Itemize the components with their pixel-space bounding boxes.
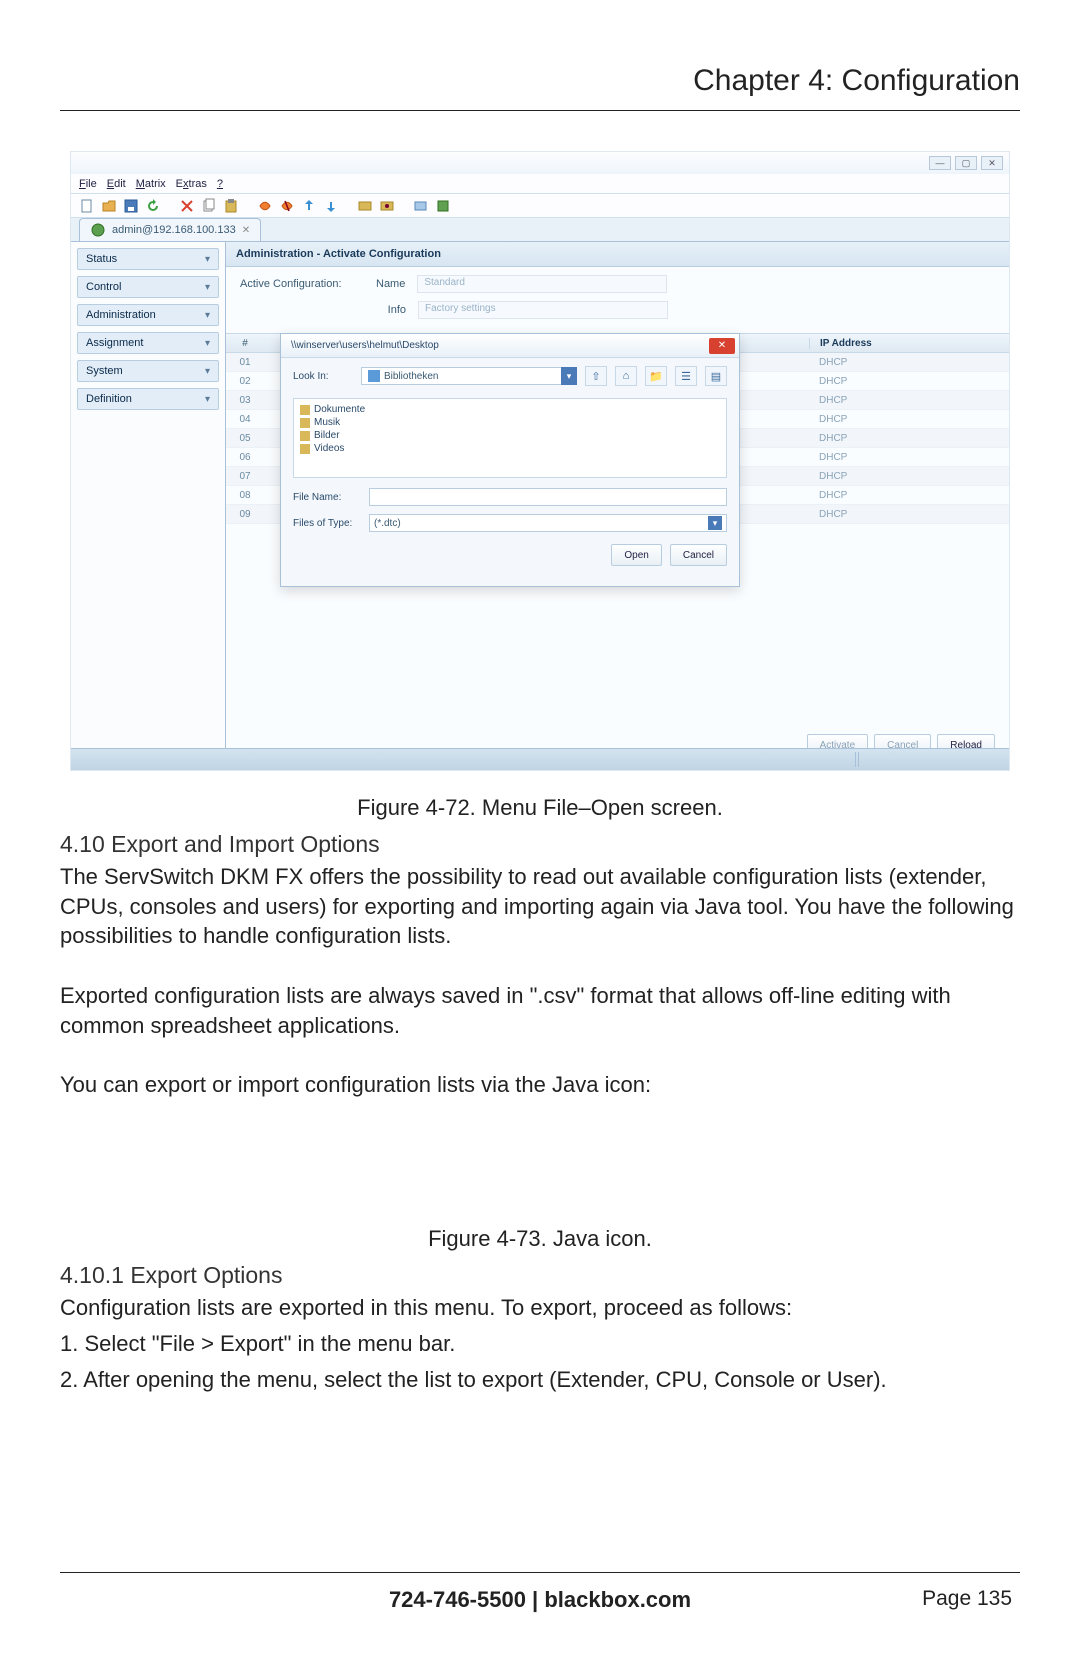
dialog-title: \\winserver\users\helmut\Desktop bbox=[291, 340, 439, 351]
name-label: Name bbox=[376, 278, 405, 290]
menu-help[interactable]: ? bbox=[217, 178, 223, 190]
connect-icon[interactable] bbox=[257, 198, 273, 214]
tool-icon-2[interactable] bbox=[379, 198, 395, 214]
upload-icon[interactable] bbox=[301, 198, 317, 214]
chevron-down-icon: ▾ bbox=[205, 310, 210, 321]
title-bar: — ▢ ✕ bbox=[71, 152, 1009, 174]
name-field: Standard bbox=[417, 275, 667, 293]
info-field: Factory settings bbox=[418, 301, 668, 319]
world-icon bbox=[90, 222, 106, 238]
subsection-heading: 4.10.1 Export Options bbox=[60, 1262, 1020, 1289]
panel-title: Administration - Activate Configuration bbox=[226, 242, 1009, 267]
body-text: You can export or import configuration l… bbox=[60, 1070, 1020, 1100]
step-text: 2. After opening the menu, select the li… bbox=[60, 1365, 1020, 1395]
open-icon[interactable] bbox=[101, 198, 117, 214]
dialog-close-button[interactable]: ✕ bbox=[709, 338, 735, 354]
main-panel: Administration - Activate Configuration … bbox=[226, 242, 1009, 770]
chevron-down-icon: ▾ bbox=[205, 394, 210, 405]
page-number: Page 135 bbox=[922, 1587, 1012, 1611]
chevron-down-icon: ▾ bbox=[205, 254, 210, 265]
up-folder-button[interactable]: ⇧ bbox=[585, 366, 607, 386]
status-bar bbox=[71, 748, 1009, 770]
tab-label: admin@192.168.100.133 bbox=[112, 224, 236, 236]
close-button[interactable]: ✕ bbox=[981, 156, 1003, 170]
disconnect-icon[interactable] bbox=[279, 198, 295, 214]
figure-caption: Figure 4-73. Java icon. bbox=[60, 1226, 1020, 1252]
active-config-label: Active Configuration: bbox=[240, 278, 360, 290]
delete-icon[interactable] bbox=[179, 198, 195, 214]
list-item[interactable]: Dokumente bbox=[300, 403, 720, 416]
new-icon[interactable] bbox=[79, 198, 95, 214]
footer-contact: 724-746-5500 | blackbox.com bbox=[60, 1587, 1020, 1613]
refresh-icon[interactable] bbox=[145, 198, 161, 214]
step-text: 1. Select "File > Export" in the menu ba… bbox=[60, 1329, 1020, 1359]
tab-bar: admin@192.168.100.133 ✕ bbox=[71, 218, 1009, 242]
home-button[interactable]: ⌂ bbox=[615, 366, 637, 386]
sidebar-item-control[interactable]: Control▾ bbox=[77, 276, 219, 298]
open-button[interactable]: Open bbox=[611, 544, 661, 566]
folder-icon bbox=[300, 444, 310, 454]
download-icon[interactable] bbox=[323, 198, 339, 214]
folder-icon bbox=[300, 431, 310, 441]
menu-file[interactable]: File bbox=[79, 178, 97, 190]
detail-view-button[interactable]: ▤ bbox=[705, 366, 727, 386]
minimize-button[interactable]: — bbox=[929, 156, 951, 170]
toolbar bbox=[71, 194, 1009, 218]
close-tab-icon[interactable]: ✕ bbox=[242, 225, 250, 236]
chevron-down-icon: ▾ bbox=[205, 338, 210, 349]
figure-caption: Figure 4-72. Menu File–Open screen. bbox=[60, 795, 1020, 821]
sidebar-item-definition[interactable]: Definition▾ bbox=[77, 388, 219, 410]
ip-column-header: IP Address bbox=[809, 338, 1009, 349]
file-list[interactable]: Dokumente Musik Bilder Videos bbox=[293, 398, 727, 478]
folder-icon bbox=[300, 405, 310, 415]
save-icon[interactable] bbox=[123, 198, 139, 214]
sidebar-item-system[interactable]: System▾ bbox=[77, 360, 219, 382]
copy-icon[interactable] bbox=[201, 198, 217, 214]
page-footer: 724-746-5500 | blackbox.com Page 135 bbox=[60, 1572, 1020, 1613]
chevron-down-icon: ▾ bbox=[205, 366, 210, 377]
select-arrow-icon: ▾ bbox=[708, 516, 722, 530]
filename-input[interactable] bbox=[369, 488, 727, 506]
tool-icon-1[interactable] bbox=[357, 198, 373, 214]
app-window: — ▢ ✕ File Edit Matrix Extras ? bbox=[70, 151, 1010, 771]
sidebar-item-administration[interactable]: Administration▾ bbox=[77, 304, 219, 326]
maximize-button[interactable]: ▢ bbox=[955, 156, 977, 170]
menu-bar: File Edit Matrix Extras ? bbox=[71, 174, 1009, 194]
menu-extras[interactable]: Extras bbox=[176, 178, 207, 190]
folder-icon bbox=[368, 370, 380, 382]
menu-edit[interactable]: Edit bbox=[107, 178, 126, 190]
folder-icon bbox=[300, 418, 310, 428]
list-item[interactable]: Musik bbox=[300, 416, 720, 429]
filetype-select[interactable]: (*.dtc) ▾ bbox=[369, 514, 727, 532]
list-item[interactable]: Bilder bbox=[300, 429, 720, 442]
tool-icon-4[interactable] bbox=[435, 198, 451, 214]
menu-matrix[interactable]: Matrix bbox=[136, 178, 166, 190]
section-heading: 4.10 Export and Import Options bbox=[60, 831, 1020, 858]
lookin-label: Look In: bbox=[293, 371, 353, 382]
chevron-down-icon: ▾ bbox=[205, 282, 210, 293]
sidebar-item-assignment[interactable]: Assignment▾ bbox=[77, 332, 219, 354]
filetype-label: Files of Type: bbox=[293, 518, 361, 529]
cancel-button[interactable]: Cancel bbox=[670, 544, 727, 566]
file-open-dialog: \\winserver\users\helmut\Desktop ✕ Look … bbox=[280, 333, 740, 587]
chapter-title: Chapter 4: Configuration bbox=[60, 64, 1020, 111]
list-item[interactable]: Videos bbox=[300, 442, 720, 455]
sidebar: Status▾ Control▾ Administration▾ Assignm… bbox=[71, 242, 226, 770]
connection-tab[interactable]: admin@192.168.100.133 ✕ bbox=[79, 218, 261, 241]
tool-icon-3[interactable] bbox=[413, 198, 429, 214]
lookin-combo[interactable]: Bibliotheken bbox=[361, 367, 562, 385]
body-text: The ServSwitch DKM FX offers the possibi… bbox=[60, 862, 1020, 951]
body-text: Configuration lists are exported in this… bbox=[60, 1293, 1020, 1323]
info-label: Info bbox=[376, 304, 406, 316]
body-text: Exported configuration lists are always … bbox=[60, 981, 1020, 1040]
combo-arrow-icon[interactable]: ▾ bbox=[561, 367, 577, 385]
sidebar-item-status[interactable]: Status▾ bbox=[77, 248, 219, 270]
list-view-button[interactable]: ☰ bbox=[675, 366, 697, 386]
new-folder-button[interactable]: 📁 bbox=[645, 366, 667, 386]
paste-icon[interactable] bbox=[223, 198, 239, 214]
filename-label: File Name: bbox=[293, 492, 361, 503]
